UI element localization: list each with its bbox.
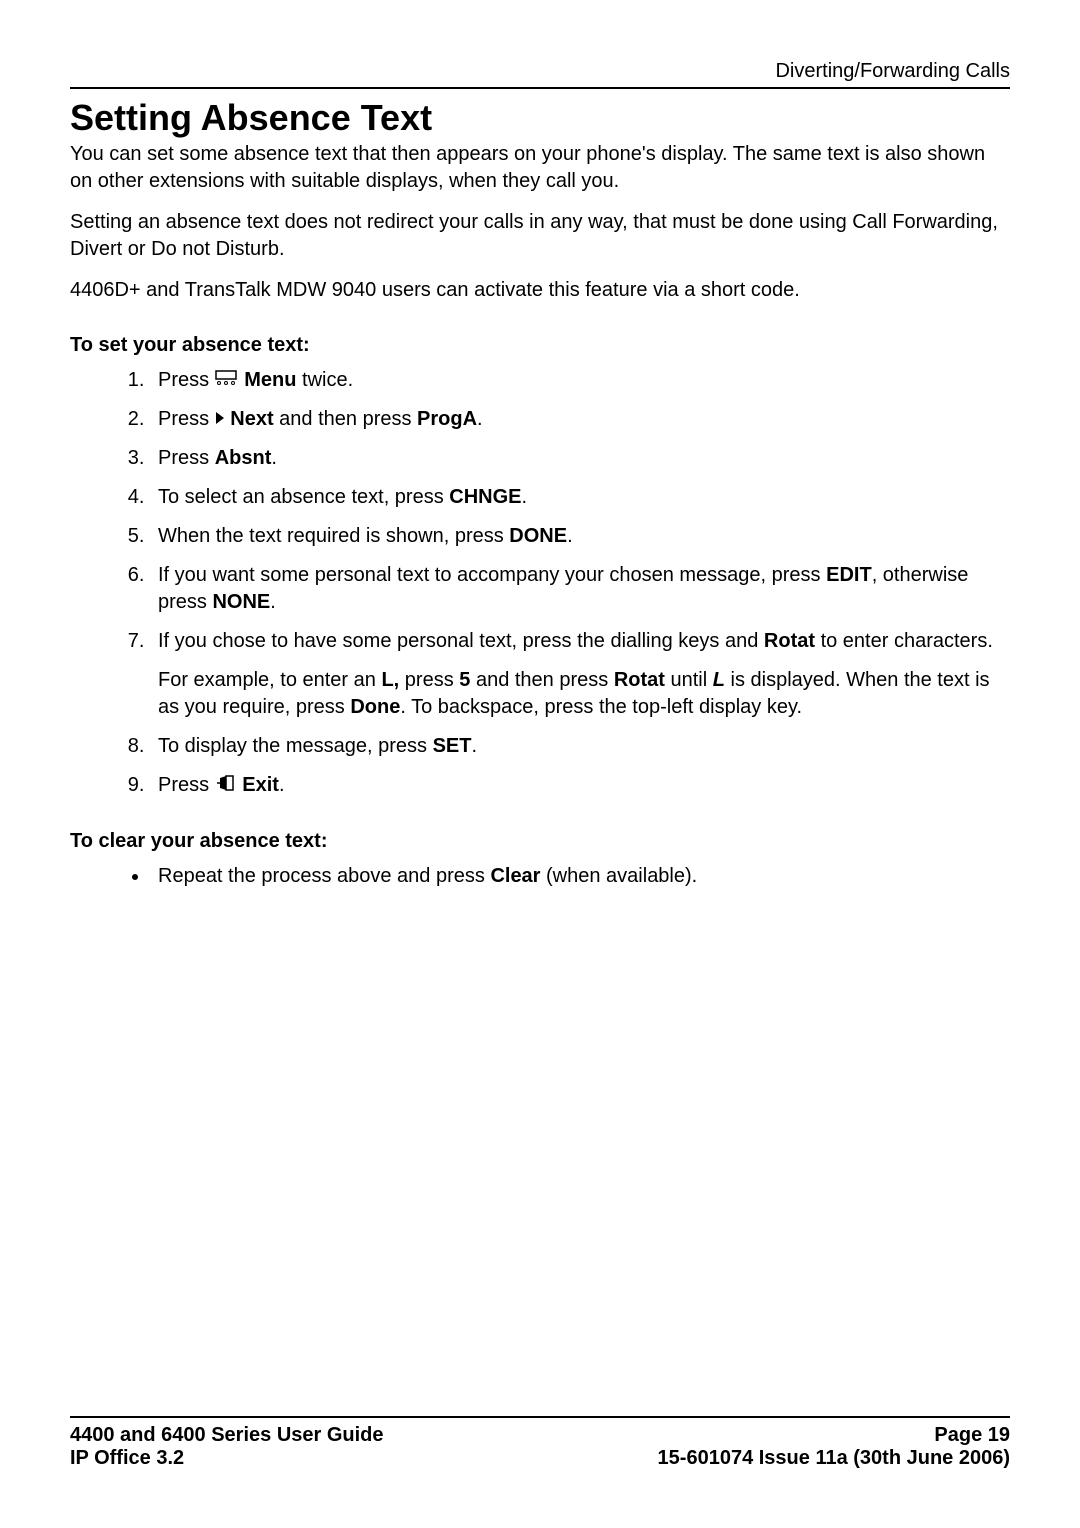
letter-l: L, <box>381 669 399 691</box>
clear-label: Clear <box>490 865 540 887</box>
step-text: and then press <box>274 408 417 430</box>
step-text: . <box>271 447 277 469</box>
absnt-label: Absnt <box>215 447 272 469</box>
step-text: until <box>665 669 713 691</box>
edit-label: EDIT <box>826 564 872 586</box>
rotat-label: Rotat <box>614 669 665 691</box>
next-label: Next <box>230 408 273 430</box>
menu-label: Menu <box>244 369 296 391</box>
clear-item: Repeat the process above and press Clear… <box>150 863 1010 890</box>
step-2: Press Next and then press ProgA. <box>150 406 1010 433</box>
step-text: to enter characters. <box>815 630 993 652</box>
clear-text: (when available). <box>540 865 697 887</box>
footer-left: 4400 and 6400 Series User Guide IP Offic… <box>70 1424 384 1470</box>
step-5: When the text required is shown, press D… <box>150 523 1010 550</box>
footer-page-number: Page 19 <box>658 1424 1010 1447</box>
step-text: If you chose to have some personal text,… <box>158 630 764 652</box>
step-text: If you want some personal text to accomp… <box>158 564 826 586</box>
step-8: To display the message, press SET. <box>150 733 1010 760</box>
page-footer: 4400 and 6400 Series User Guide IP Offic… <box>70 1416 1010 1470</box>
digit-5: 5 <box>459 669 470 691</box>
step-text: Press <box>158 369 215 391</box>
intro-paragraph-3: 4406D+ and TransTalk MDW 9040 users can … <box>70 277 1010 304</box>
letter-l-italic: L <box>713 669 725 691</box>
footer-issue: 15-601074 Issue 11a (30th June 2006) <box>658 1447 1010 1470</box>
footer-right: Page 19 15-601074 Issue 11a (30th June 2… <box>658 1424 1010 1470</box>
step-7: If you chose to have some personal text,… <box>150 628 1010 721</box>
arrow-right-icon <box>215 406 225 433</box>
step-text: For example, to enter an <box>158 669 381 691</box>
menu-icon <box>215 367 237 394</box>
step-3: Press Absnt. <box>150 445 1010 472</box>
intro-paragraph-1: You can set some absence text that then … <box>70 141 1010 195</box>
step-4: To select an absence text, press CHNGE. <box>150 484 1010 511</box>
rotat-label: Rotat <box>764 630 815 652</box>
step-text: . <box>472 735 478 757</box>
step-text: . <box>477 408 483 430</box>
step-text: To display the message, press <box>158 735 433 757</box>
step-text: and then press <box>470 669 613 691</box>
step-text: . <box>522 486 528 508</box>
footer-product: IP Office 3.2 <box>70 1447 384 1470</box>
done-label: DONE <box>509 525 567 547</box>
step-9: Press Exit. <box>150 772 1010 799</box>
step-text: . <box>567 525 573 547</box>
set-label: SET <box>433 735 472 757</box>
step-1: Press Menu twice. <box>150 367 1010 394</box>
step-text: To select an absence text, press <box>158 486 449 508</box>
step-text: . To backspace, press the top-left displ… <box>400 696 802 718</box>
intro-paragraph-2: Setting an absence text does not redirec… <box>70 209 1010 263</box>
clear-text: Repeat the process above and press <box>158 865 490 887</box>
clear-list: Repeat the process above and press Clear… <box>150 863 1010 890</box>
none-label: NONE <box>212 591 270 613</box>
step-text: Press <box>158 408 215 430</box>
exit-icon <box>215 773 235 800</box>
step-text: twice. <box>296 369 353 391</box>
clear-heading: To clear your absence text: <box>70 830 1010 853</box>
section-header: Diverting/Forwarding Calls <box>70 60 1010 89</box>
done-label: Done <box>350 696 400 718</box>
page-title: Setting Absence Text <box>70 97 1010 139</box>
proga-label: ProgA <box>417 408 477 430</box>
chnge-label: CHNGE <box>449 486 521 508</box>
step-6: If you want some personal text to accomp… <box>150 562 1010 616</box>
footer-guide-name: 4400 and 6400 Series User Guide <box>70 1424 384 1447</box>
step-text: . <box>279 774 285 796</box>
steps-list: Press Menu twice. Press Next and then pr… <box>150 367 1010 800</box>
step-text: When the text required is shown, press <box>158 525 509 547</box>
step-text: Press <box>158 447 215 469</box>
step-text: Press <box>158 774 215 796</box>
step-7-example: For example, to enter an L, press 5 and … <box>158 667 1010 721</box>
step-text: press <box>399 669 459 691</box>
exit-label: Exit <box>242 774 279 796</box>
step-text: . <box>270 591 276 613</box>
set-heading: To set your absence text: <box>70 334 1010 357</box>
